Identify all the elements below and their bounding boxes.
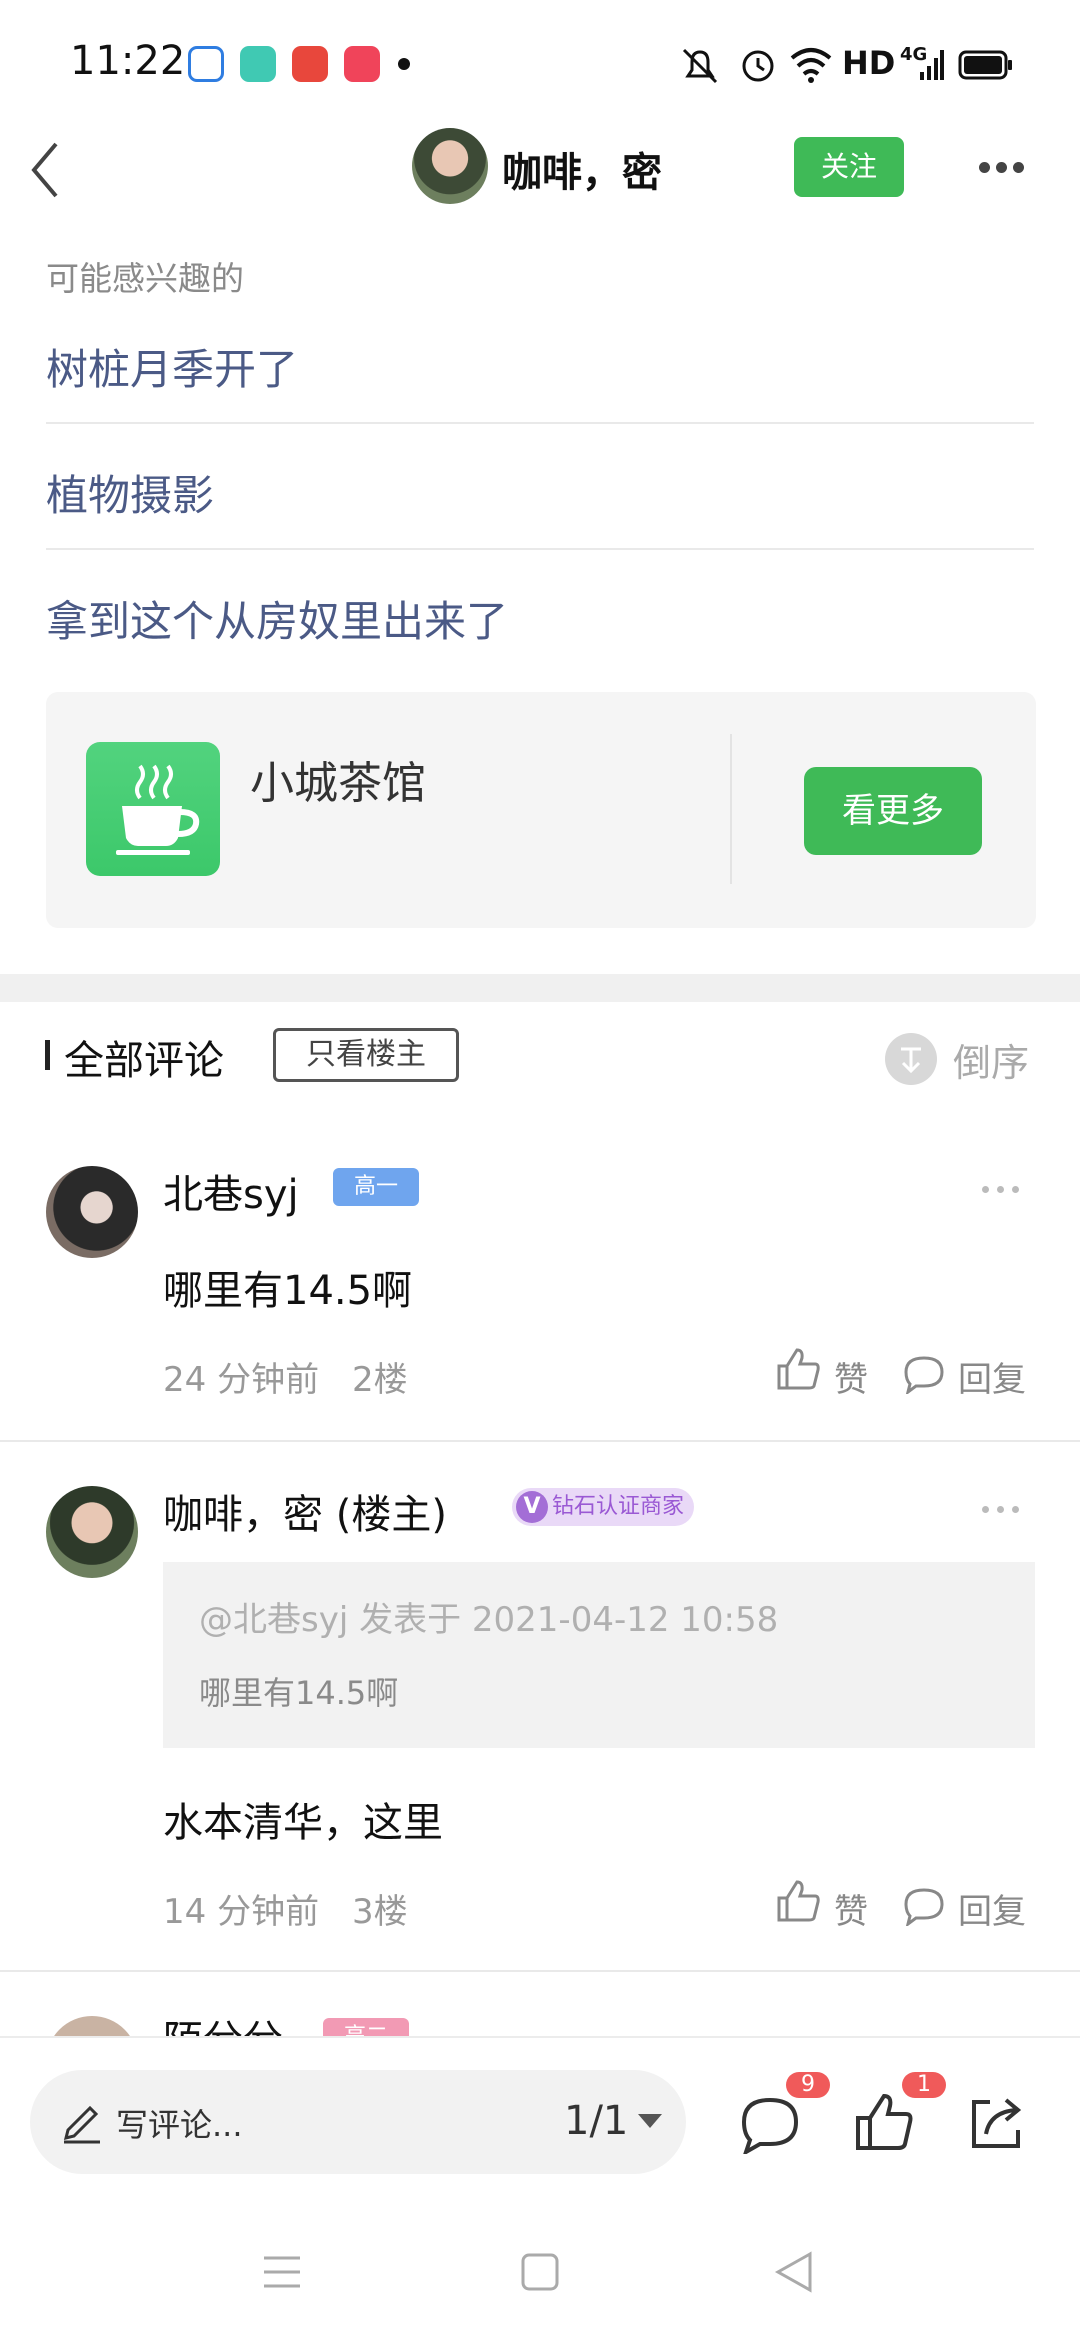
battery-icon (958, 50, 1012, 80)
grade-badge: 高一 (333, 1168, 419, 1206)
comment-bubble-icon[interactable] (902, 1886, 946, 1926)
caret-down-icon[interactable] (636, 2110, 664, 2132)
app-notification-icon-2 (240, 46, 276, 82)
comments-title: 全部评论 (64, 1038, 224, 1084)
status-bar: 11:22 HD 4G (0, 0, 1080, 130)
comment-more-button[interactable] (978, 1180, 1026, 1200)
merchant-badge: V 钻石认证商家 (512, 1488, 695, 1526)
tea-cup-icon (86, 742, 220, 876)
section-marker (45, 1040, 50, 1070)
home-icon[interactable] (520, 2252, 560, 2292)
commenter-avatar[interactable] (46, 1166, 138, 1258)
comment-bubble-icon[interactable] (902, 1354, 946, 1394)
verified-icon: V (516, 1491, 548, 1523)
commenter-name[interactable]: 咖啡，密 (楼主) (163, 1482, 447, 1540)
related-link-1[interactable]: 树桩月季开了 (46, 336, 298, 397)
chevron-left-icon (31, 142, 58, 198)
thumbs-up-icon[interactable] (775, 1346, 821, 1392)
commenter-name[interactable]: 北巷syj (163, 1162, 299, 1220)
ellipsis-icon (976, 162, 1027, 189)
thumbs-up-icon[interactable] (775, 1878, 821, 1924)
divider (46, 422, 1034, 424)
comment-input[interactable]: 写评论... 1/1 (30, 2070, 686, 2174)
author-name[interactable]: 咖啡，密 (502, 140, 662, 198)
merchant-badge-label: 钻石认证商家 (552, 1494, 685, 1519)
sort-icon[interactable] (885, 1033, 937, 1085)
follow-button[interactable]: 关注 (794, 137, 904, 197)
menu-icon[interactable] (262, 2254, 302, 2290)
like-button[interactable]: 赞 (834, 1884, 868, 1933)
related-section-title: 可能感兴趣的 (46, 259, 244, 298)
more-notifications-dot (398, 58, 410, 70)
alarm-icon (742, 50, 774, 82)
network-hd-label: HD (842, 44, 896, 82)
signal-icon (920, 50, 944, 80)
back-button[interactable] (24, 130, 94, 210)
reply-button[interactable]: 回复 (958, 1352, 1026, 1401)
divider (0, 1440, 1080, 1442)
reply-button[interactable]: 回复 (958, 1884, 1026, 1933)
more-options-button[interactable] (976, 150, 1046, 186)
share-icon[interactable] (966, 2092, 1030, 2152)
group-card[interactable]: 小城茶馆 看更多 (46, 692, 1036, 928)
page-indicator[interactable]: 1/1 (564, 2098, 628, 2144)
comment-more-button[interactable] (978, 1500, 1026, 1520)
section-separator (0, 974, 1080, 1002)
system-nav-bar (0, 2220, 1080, 2340)
like-button[interactable]: 赞 (834, 1352, 868, 1401)
commenter-avatar[interactable] (46, 1486, 138, 1578)
comment-placeholder: 写评论... (116, 2106, 243, 2144)
back-nav-icon[interactable] (774, 2250, 814, 2294)
divider (0, 1970, 1080, 1972)
app-notification-icon-4 (344, 46, 380, 82)
like-count-badge: 1 (902, 2072, 946, 2098)
sort-toggle[interactable]: 倒序 (953, 1032, 1029, 1087)
mute-bell-icon (682, 48, 718, 84)
ellipsis-icon (978, 1504, 1023, 1523)
ellipsis-icon (978, 1184, 1023, 1203)
related-link-2[interactable]: 植物摄影 (46, 462, 214, 523)
status-time: 11:22 (70, 38, 186, 84)
comment-text: 水本清华，这里 (163, 1800, 443, 1846)
comment-count-badge: 9 (786, 2072, 830, 2098)
group-name: 小城茶馆 (250, 758, 426, 809)
comment-text: 哪里有14.5啊 (163, 1268, 413, 1314)
quoted-comment: @北巷syj 发表于 2021-04-12 10:58 哪里有14.5啊 (163, 1562, 1035, 1748)
pencil-icon (63, 2105, 100, 2144)
comment-floor: 2楼 (352, 1360, 408, 1400)
related-link-3[interactable]: 拿到这个从房奴里出来了 (46, 588, 508, 649)
thumbs-up-icon[interactable] (852, 2090, 916, 2154)
wifi-icon (790, 48, 832, 83)
quote-header: @北巷syj 发表于 2021-04-12 10:58 (199, 1600, 779, 1640)
comment-floor: 3楼 (352, 1892, 408, 1932)
comment-time: 14 分钟前 (163, 1892, 320, 1932)
quote-text: 哪里有14.5啊 (199, 1674, 399, 1712)
op-only-button[interactable]: 只看楼主 (273, 1028, 459, 1082)
app-notification-icon-1 (188, 46, 224, 82)
comments-icon[interactable] (738, 2094, 802, 2154)
comment-time: 24 分钟前 (163, 1360, 320, 1400)
app-notification-icon-3 (292, 46, 328, 82)
see-more-button[interactable]: 看更多 (804, 767, 982, 855)
author-avatar[interactable] (412, 128, 488, 204)
divider (730, 734, 732, 884)
divider (46, 548, 1034, 550)
